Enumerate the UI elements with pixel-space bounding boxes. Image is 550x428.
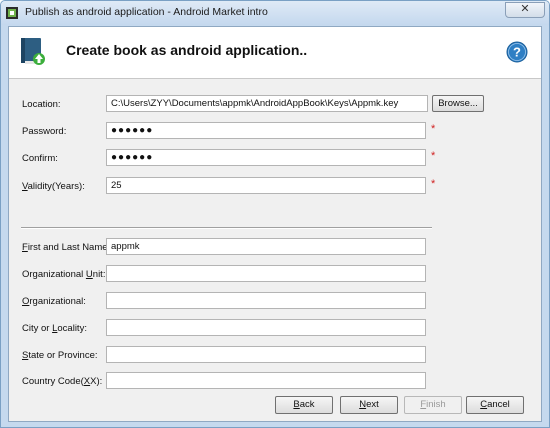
password-label: Password: xyxy=(22,126,67,137)
dialog-client: Create book as android application.. ? L… xyxy=(8,26,542,422)
city-label: City or Locality: xyxy=(22,323,87,334)
window-title: Publish as android application - Android… xyxy=(25,6,268,18)
org-unit-label: Organizational Unit: xyxy=(22,269,106,280)
close-button[interactable]: ✕ xyxy=(505,2,545,18)
validity-required-mark: * xyxy=(431,178,436,190)
first-last-name-label: First and Last Name: xyxy=(22,242,111,253)
form-body: Location: C:\Users\ZYY\Documents\appmk\A… xyxy=(9,79,541,421)
close-icon: ✕ xyxy=(520,3,530,15)
org-unit-row: Organizational Unit: xyxy=(9,265,541,285)
org-unit-input[interactable] xyxy=(106,265,426,282)
country-input[interactable] xyxy=(106,372,426,389)
confirm-label: Confirm: xyxy=(22,153,58,164)
organizational-label: Organizational: xyxy=(22,296,86,307)
state-input[interactable] xyxy=(106,346,426,363)
app-icon xyxy=(6,7,18,19)
title-bar[interactable]: Publish as android application - Android… xyxy=(1,1,549,25)
header-title: Create book as android application.. xyxy=(66,42,308,58)
city-input[interactable] xyxy=(106,319,426,336)
password-input[interactable]: ●●●●●● xyxy=(106,122,426,139)
country-row: Country Code(XX): xyxy=(9,372,541,392)
validity-row: Validity(Years): 25 * xyxy=(9,177,541,197)
help-icon[interactable]: ? xyxy=(506,41,528,63)
browse-button[interactable]: Browse... xyxy=(432,95,484,112)
dialog-window: Publish as android application - Android… xyxy=(0,0,550,428)
first-last-name-row: First and Last Name: appmk xyxy=(9,238,541,258)
location-row: Location: C:\Users\ZYY\Documents\appmk\A… xyxy=(9,95,541,115)
confirm-row: Confirm: ●●●●●● * xyxy=(9,149,541,169)
location-input[interactable]: C:\Users\ZYY\Documents\appmk\AndroidAppB… xyxy=(106,95,428,112)
state-label: State or Province: xyxy=(22,350,98,361)
svg-text:?: ? xyxy=(513,45,521,60)
confirm-required-mark: * xyxy=(431,150,436,162)
confirm-input[interactable]: ●●●●●● xyxy=(106,149,426,166)
organizational-input[interactable] xyxy=(106,292,426,309)
validity-input[interactable]: 25 xyxy=(106,177,426,194)
password-required-mark: * xyxy=(431,123,436,135)
country-label: Country Code(XX): xyxy=(22,376,103,387)
back-button[interactable]: Back xyxy=(275,396,333,414)
location-label: Location: xyxy=(22,99,61,110)
wizard-header: Create book as android application.. ? xyxy=(9,27,541,79)
city-row: City or Locality: xyxy=(9,319,541,339)
book-icon xyxy=(21,38,45,65)
cancel-button[interactable]: Cancel xyxy=(466,396,524,414)
next-button[interactable]: Next xyxy=(340,396,398,414)
first-last-name-input[interactable]: appmk xyxy=(106,238,426,255)
password-row: Password: ●●●●●● * xyxy=(9,122,541,142)
organizational-row: Organizational: xyxy=(9,292,541,312)
section-divider xyxy=(21,227,432,229)
state-row: State or Province: xyxy=(9,346,541,366)
validity-label: Validity(Years): xyxy=(22,181,85,192)
finish-button: Finish xyxy=(404,396,462,414)
